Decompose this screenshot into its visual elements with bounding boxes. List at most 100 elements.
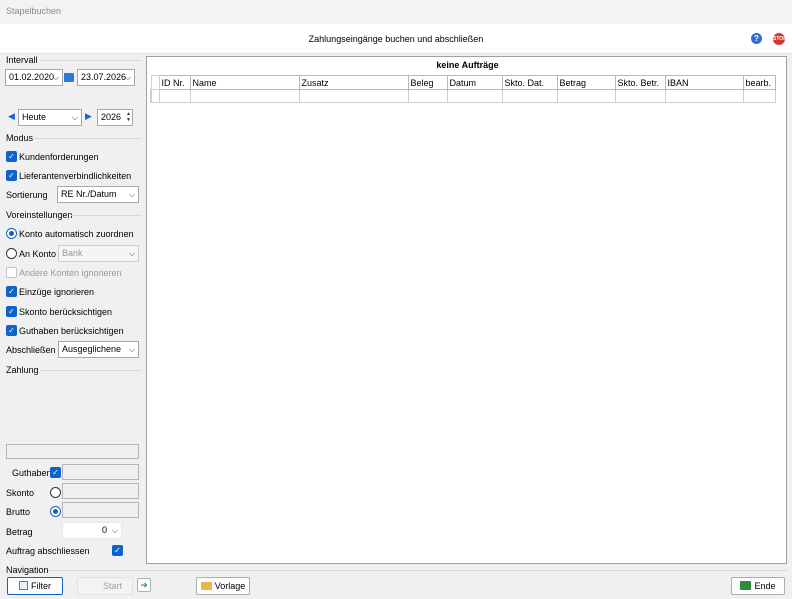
next-arrow-icon[interactable]: ▶ — [85, 111, 92, 122]
chevron-down-icon: ⌵ — [52, 73, 59, 82]
skonto-amount-field[interactable] — [62, 483, 139, 499]
navigation-group-label: Navigation — [6, 565, 49, 575]
stop-icon[interactable]: STOP — [773, 33, 787, 45]
column-header-betrag[interactable]: Betrag — [556, 75, 616, 90]
column-header-id[interactable]: ID Nr. — [158, 75, 191, 90]
einzuege-checkbox[interactable]: ✓ — [6, 286, 17, 297]
betrag-input[interactable]: 0 ⌵ — [62, 522, 122, 539]
divider — [40, 60, 142, 61]
filter-button-label: Filter — [31, 581, 51, 591]
table-cell[interactable] — [742, 89, 776, 103]
table-cell[interactable] — [446, 89, 503, 103]
orders-table: ID Nr. Name Zusatz Beleg Datum Skto. Dat… — [150, 75, 776, 103]
table-cell[interactable] — [407, 89, 448, 103]
table-cell[interactable] — [501, 89, 558, 103]
divider — [40, 370, 142, 371]
go-arrow-icon[interactable]: ➜ — [137, 578, 151, 592]
column-header-iban[interactable]: IBAN — [664, 75, 744, 90]
voreinstellungen-group-label: Voreinstellungen — [6, 210, 73, 220]
konto-auto-radio[interactable] — [6, 228, 17, 239]
modus-group-label: Modus — [6, 133, 34, 143]
column-header-bearb[interactable]: bearb. — [742, 75, 776, 90]
table-cell[interactable] — [189, 89, 300, 103]
column-header-zusatz[interactable]: Zusatz — [298, 75, 409, 90]
auftrag-abschliessen-label: Auftrag abschliessen — [6, 546, 90, 556]
zahlung-skonto-radio[interactable] — [50, 487, 61, 498]
lieferanten-label: Lieferantenverbindlichkeiten — [19, 171, 132, 181]
kundenforderungen-label: Kundenforderungen — [19, 152, 99, 162]
zahlung-brutto-radio[interactable] — [50, 506, 61, 517]
table-cell[interactable] — [298, 89, 409, 103]
header-bar: Zahlungseingänge buchen und abschließen … — [0, 24, 792, 54]
zahlung-guthaben-checkbox[interactable]: ✓ — [50, 467, 61, 478]
vorlage-button[interactable]: Vorlage — [196, 577, 250, 595]
zahlung-skonto-label: Skonto — [6, 488, 35, 498]
to-date-value: 23.07.2026 — [81, 72, 127, 82]
lieferanten-checkbox[interactable]: ✓ — [6, 170, 17, 181]
date-range-icon[interactable] — [64, 73, 74, 82]
chevron-down-icon: ⌵ — [128, 190, 135, 199]
chevron-down-icon: ⌵ — [128, 249, 135, 258]
period-select[interactable]: Heute ⌵ — [18, 109, 82, 126]
divider — [71, 215, 142, 216]
zahlung-brutto-label: Brutto — [6, 507, 31, 517]
row-selector[interactable] — [150, 89, 160, 103]
vorlage-button-label: Vorlage — [214, 581, 246, 591]
column-header-beleg[interactable]: Beleg — [407, 75, 448, 90]
page-subtitle: Zahlungseingänge buchen und abschließen — [308, 34, 484, 44]
year-value: 2026 — [101, 112, 122, 122]
filter-button[interactable]: Filter — [7, 577, 63, 595]
table-cell[interactable] — [556, 89, 616, 103]
table-cell[interactable] — [158, 89, 191, 103]
divider — [34, 138, 142, 139]
grid-title: keine Aufträge — [436, 60, 499, 70]
sortierung-select[interactable]: RE Nr./Datum ⌵ — [57, 186, 139, 203]
einzuege-label: Einzüge ignorieren — [19, 287, 95, 297]
from-date-picker[interactable]: 01.02.2020 ⌵ — [5, 69, 63, 86]
konto-auto-label: Konto automatisch zuordnen — [19, 229, 134, 239]
guthaben-amount-field[interactable] — [62, 464, 139, 480]
guthaben-checkbox[interactable]: ✓ — [6, 325, 17, 336]
table-cell[interactable] — [614, 89, 666, 103]
sortierung-label: Sortierung — [6, 190, 48, 200]
abschliessen-value: Ausgeglichene — [62, 344, 122, 354]
zahlung-group-label: Zahlung — [6, 365, 39, 375]
column-header-name[interactable]: Name — [189, 75, 300, 90]
abschliessen-select[interactable]: Ausgeglichene ⌵ — [58, 341, 139, 358]
column-header-skto-betr[interactable]: Skto. Betr. — [614, 75, 666, 90]
an-konto-select[interactable]: Bank ⌵ — [58, 245, 139, 262]
divider — [48, 570, 787, 571]
to-date-picker[interactable]: 23.07.2026 ⌵ — [77, 69, 135, 86]
chevron-down-icon: ⌵ — [71, 113, 78, 122]
spinner-icon[interactable]: ▲ ▼ — [126, 111, 131, 123]
year-stepper[interactable]: 2026 ▲ ▼ — [97, 109, 133, 126]
window-title: Stapelbuchen — [6, 6, 62, 16]
period-value: Heute — [22, 112, 47, 122]
an-konto-label: An Konto — [19, 249, 57, 259]
betrag-label: Betrag — [6, 527, 33, 537]
start-button[interactable]: Start — [77, 577, 133, 595]
table-cell[interactable] — [664, 89, 744, 103]
table-row[interactable] — [150, 89, 776, 103]
help-icon[interactable]: ? — [751, 33, 762, 44]
previous-arrow-icon[interactable]: ◀ — [8, 111, 15, 122]
skonto-label: Skonto berücksichtigen — [19, 307, 113, 317]
kundenforderungen-checkbox[interactable]: ✓ — [6, 151, 17, 162]
chevron-down-icon: ⌵ — [111, 526, 118, 535]
intervall-group-label: Intervall — [6, 55, 38, 65]
an-konto-value: Bank — [62, 248, 83, 258]
brutto-amount-field[interactable] — [62, 502, 139, 518]
andere-konten-label: Andere Konten ignorieren — [19, 268, 122, 278]
chevron-down-icon: ⌵ — [124, 73, 131, 82]
start-button-label: Start — [102, 581, 122, 591]
column-header-datum[interactable]: Datum — [446, 75, 503, 90]
column-header-skto-dat[interactable]: Skto. Dat. — [501, 75, 558, 90]
orders-panel: keine Aufträge ID Nr. Name Zusatz Beleg … — [146, 56, 787, 564]
chevron-down-icon: ⌵ — [128, 345, 135, 354]
andere-konten-checkbox[interactable] — [6, 267, 17, 278]
filter-icon — [19, 581, 28, 590]
auftrag-abschliessen-checkbox[interactable]: ✓ — [112, 545, 123, 556]
ende-button[interactable]: Ende — [731, 577, 785, 595]
skonto-checkbox[interactable]: ✓ — [6, 306, 17, 317]
an-konto-radio[interactable] — [6, 248, 17, 259]
